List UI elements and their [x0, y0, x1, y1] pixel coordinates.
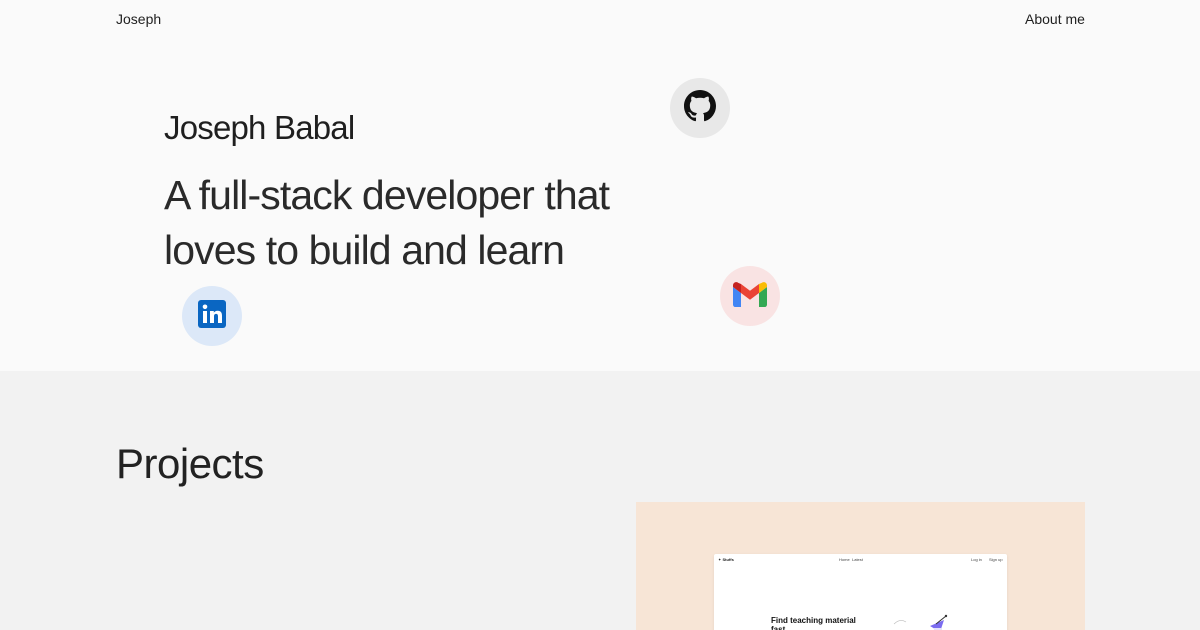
nav-brand-link[interactable]: Joseph	[116, 11, 161, 27]
project-preview-screenshot: ✦ Stuffs Home Latest Log in Sign up Find…	[714, 554, 1007, 630]
gmail-icon	[733, 281, 767, 312]
projects-title: Projects	[116, 440, 264, 487]
nav-about-link[interactable]: About me	[1025, 11, 1085, 27]
preview-nav-item: Sign up	[989, 557, 1003, 562]
preview-heading: Find teaching material fast	[771, 616, 856, 630]
hero-section: Joseph About me Joseph Babal A full-stac…	[0, 0, 1200, 371]
github-link[interactable]	[670, 78, 730, 138]
github-icon	[684, 89, 716, 127]
preview-nav-item: Latest	[852, 557, 863, 562]
preview-nav-item: Home	[839, 557, 850, 562]
preview-illustration	[893, 614, 948, 630]
linkedin-link[interactable]	[182, 286, 242, 346]
hero-tagline: A full-stack developer that loves to bui…	[164, 172, 610, 273]
project-card[interactable]: ✦ Stuffs Home Latest Log in Sign up Find…	[636, 502, 1085, 630]
preview-logo: ✦ Stuffs	[718, 557, 734, 562]
hero-name: Joseph Babal	[164, 109, 355, 146]
gmail-link[interactable]	[720, 266, 780, 326]
projects-section: Projects ✦ Stuffs Home Latest Log in Sig…	[0, 371, 1200, 630]
preview-nav-item: Log in	[971, 557, 982, 562]
linkedin-icon	[197, 299, 227, 334]
